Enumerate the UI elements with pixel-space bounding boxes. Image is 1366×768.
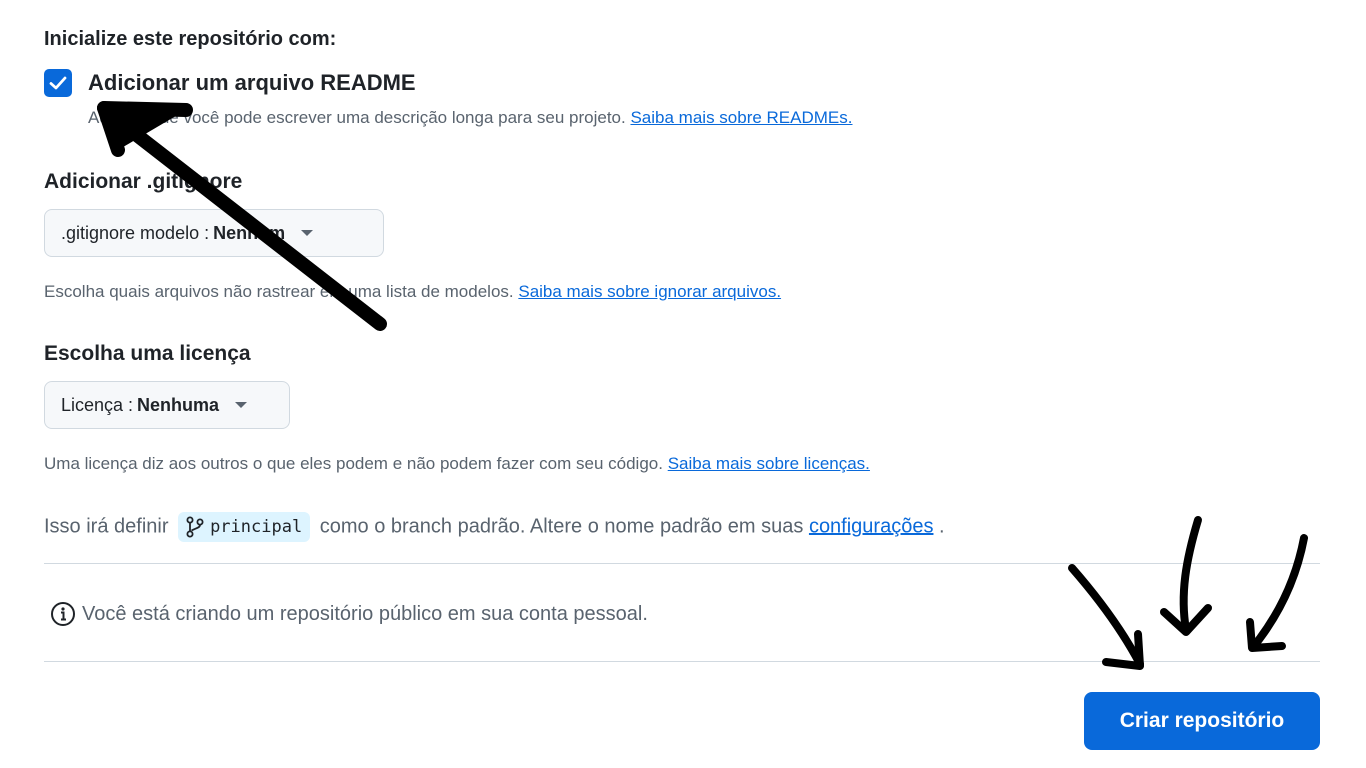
init-heading: Inicialize este repositório com: [44,28,337,50]
gitignore-description: Escolha quais arquivos não rastrear em u… [44,282,781,302]
license-dropdown[interactable]: Licença : Nenhuma [44,381,290,429]
gitignore-heading: Adicionar .gitignore [44,170,243,193]
gitignore-template-dropdown[interactable]: .gitignore modelo : Nenhum [44,209,384,257]
branch-text-before: Isso irá definir [44,515,169,538]
license-heading: Escolha uma licença [44,342,251,365]
gitignore-dropdown-value: Nenhum [213,222,286,243]
license-description: Uma licença diz aos outros o que eles po… [44,454,870,474]
readme-desc-text: Aqui é onde você pode escrever uma descr… [88,108,626,127]
check-icon [49,76,67,90]
git-branch-icon [186,516,204,538]
create-repository-button[interactable]: Criar repositório [1084,692,1320,750]
public-repo-notice: Você está criando um repositório público… [50,601,648,627]
license-dropdown-value: Nenhuma [137,394,220,415]
branch-text-after: como o branch padrão. Altere o nome padr… [319,515,804,538]
license-learn-more-link[interactable]: Saiba mais sobre licenças. [668,454,870,473]
readme-learn-more-link[interactable]: Saiba mais sobre READMEs. [630,108,852,127]
readme-label[interactable]: Adicionar um arquivo README [88,70,416,96]
readme-checkbox[interactable] [44,69,72,97]
caret-down-icon [235,402,248,408]
branch-name: principal [210,517,303,537]
readme-description: Aqui é onde você pode escrever uma descr… [88,108,853,128]
gitignore-learn-more-link[interactable]: Saiba mais sobre ignorar arquivos. [518,282,781,301]
settings-link[interactable]: configurações [809,515,934,537]
license-desc-text: Uma licença diz aos outros o que eles po… [44,454,663,473]
license-dropdown-prefix: Licença : [61,394,134,415]
default-branch-info: Isso irá definir principal como o branch… [44,512,945,542]
divider-bottom [44,661,1320,662]
arrows-to-create-button-annotation [1068,516,1308,670]
branch-name-pill: principal [178,512,311,542]
notice-text: Você está criando um repositório público… [82,602,648,625]
gitignore-desc-text: Escolha quais arquivos não rastrear em u… [44,282,514,301]
branch-text-end: . [939,515,945,538]
info-icon [51,602,75,626]
gitignore-dropdown-prefix: .gitignore modelo : [61,222,210,243]
divider-top [44,563,1320,564]
caret-down-icon [301,230,314,236]
